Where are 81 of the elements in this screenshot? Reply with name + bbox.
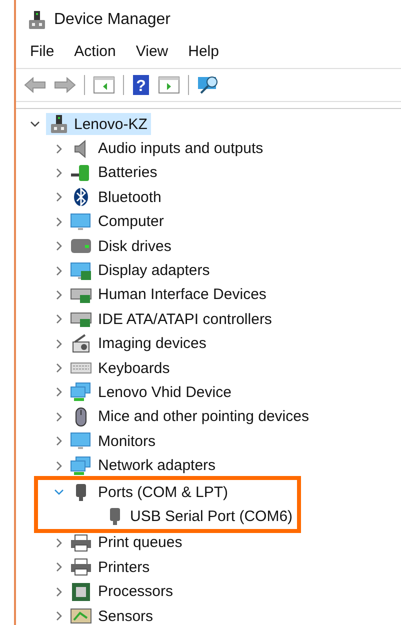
tree-item-label: USB Serial Port (COM6) (130, 508, 293, 525)
chevron-icon[interactable] (30, 119, 40, 130)
tree-item-label: Computer (98, 213, 164, 230)
chevron-icon[interactable] (54, 338, 64, 349)
menu-item[interactable]: View (136, 42, 168, 60)
tree-item[interactable]: Sensors (16, 604, 401, 625)
tree-item-label: Display adapters (98, 262, 210, 280)
tree-item-label: Disk drives (98, 238, 172, 255)
chip-icon (70, 582, 92, 602)
tree-item-label: Keyboards (98, 360, 170, 377)
tree-item[interactable]: Keyboards (16, 356, 401, 380)
tree-item[interactable]: Audio inputs and outputs (16, 136, 401, 161)
tree-item[interactable]: Ports (COM & LPT) (38, 480, 297, 504)
sensor-icon (70, 606, 92, 625)
chevron-icon[interactable] (54, 216, 64, 227)
tree-item[interactable]: Monitors (16, 429, 401, 454)
tree-item[interactable]: Display adapters (16, 258, 401, 283)
tree-item[interactable]: Lenovo Vhid Device (16, 380, 401, 405)
tree-item-label: Human Interface Devices (98, 286, 266, 304)
tree-item-label: Network adapters (98, 457, 216, 474)
window-title: Device Manager (54, 11, 170, 29)
tree-item[interactable]: Disk drives (16, 234, 401, 258)
tree-item[interactable]: Computer (16, 210, 401, 234)
tree-item[interactable]: IDE ATA/ATAPI controllers (16, 307, 401, 332)
tree-item-label: Monitors (98, 432, 156, 450)
chevron-icon[interactable] (54, 241, 64, 252)
tree-item[interactable]: Human Interface Devices (16, 282, 401, 308)
tree-item[interactable]: Processors (16, 579, 401, 604)
menu-item[interactable]: Help (188, 42, 219, 60)
window-pane-icon[interactable] (158, 76, 180, 94)
tree-item[interactable]: Bluetooth (16, 185, 401, 210)
tree-item-label: Print queues (98, 534, 182, 552)
monitor-icon (70, 431, 92, 452)
chevron-icon[interactable] (54, 387, 64, 398)
display-card-icon (70, 260, 92, 281)
chevron-icon[interactable] (54, 314, 64, 324)
chevron-icon[interactable] (54, 611, 64, 621)
chevron-icon[interactable] (54, 412, 64, 422)
chevron-icon[interactable] (54, 168, 64, 178)
tree-item-label: Processors (98, 583, 174, 600)
chevron-icon[interactable] (54, 363, 64, 374)
help-icon[interactable]: ? (132, 74, 150, 96)
tree-item[interactable]: Mice and other pointing devices (16, 404, 401, 430)
chevron-icon[interactable] (54, 290, 64, 300)
tree-item-label: Printers (98, 558, 150, 576)
menu-item[interactable]: Action (74, 42, 116, 60)
menu-item[interactable]: File (30, 42, 54, 60)
tree-item[interactable]: Network adapters (16, 453, 401, 478)
chevron-icon[interactable] (54, 460, 64, 471)
chevron-icon[interactable] (54, 144, 64, 154)
tree-item-label: Audio inputs and outputs (98, 140, 264, 158)
chevron-icon[interactable] (54, 562, 64, 572)
computer-icon (28, 10, 46, 30)
chevron-icon[interactable] (54, 586, 64, 597)
tree-item-label: Mice and other pointing devices (98, 408, 309, 426)
tree-item[interactable]: Batteries (16, 160, 401, 186)
network-monitor-icon (70, 382, 92, 402)
computer-icon (50, 114, 68, 134)
tree-item[interactable]: USB Serial Port (COM6) (38, 504, 297, 529)
window-pane-icon[interactable] (93, 76, 115, 94)
tree-item-label: IDE ATA/ATAPI controllers (98, 310, 272, 328)
printer-icon (70, 532, 92, 553)
monitor-icon (70, 212, 92, 232)
printer-icon (70, 557, 92, 578)
tree-item-label: Imaging devices (98, 335, 206, 352)
chevron-icon[interactable] (54, 266, 64, 276)
chevron-icon[interactable] (54, 192, 64, 202)
network-monitor-icon (70, 456, 92, 476)
battery-plug-icon (70, 162, 92, 183)
tree-item-label: Batteries (98, 164, 158, 182)
tree-item-label: Ports (COM & LPT) (98, 484, 228, 501)
chevron-icon[interactable] (54, 436, 64, 446)
tree-item-label: Lenovo Vhid Device (98, 384, 232, 401)
tree-item-label: Sensors (98, 608, 154, 624)
tree-item[interactable]: Lenovo-KZ (16, 112, 401, 136)
chevron-icon[interactable] (54, 538, 64, 548)
tree-item-label: Bluetooth (98, 188, 162, 206)
tree-item[interactable]: Print queues (16, 530, 401, 556)
tree-item[interactable]: Printers (16, 555, 401, 580)
tree-item[interactable]: Imaging devices (16, 332, 401, 356)
camera-icon (70, 334, 92, 354)
